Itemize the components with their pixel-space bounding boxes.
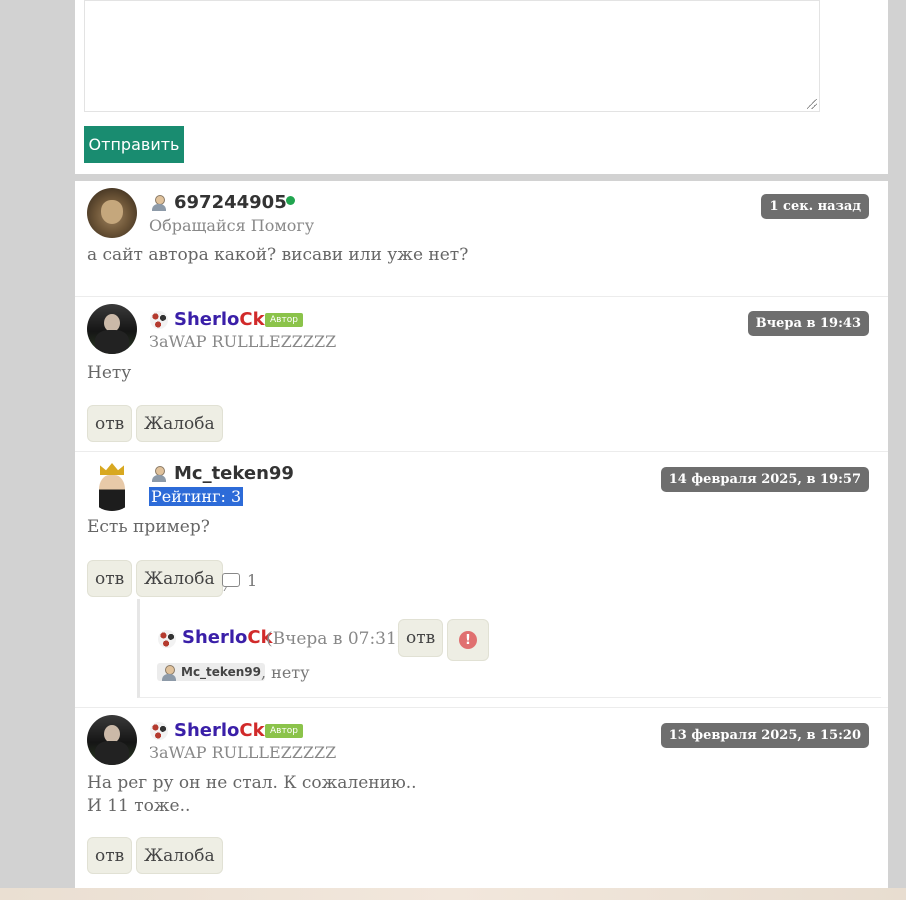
username-part: Ck — [239, 309, 265, 330]
user-mention[interactable]: Mc_teken99 — [157, 663, 265, 681]
author-badge: Автор — [265, 724, 303, 738]
comment-item: 697244905 Обращайся Помогу 1 сек. назад … — [75, 181, 888, 296]
soccer-ball-icon — [150, 311, 168, 329]
report-button[interactable]: ! — [447, 619, 489, 661]
soccer-ball-icon — [150, 722, 168, 740]
username[interactable]: SherloCk — [174, 309, 265, 330]
comment-textarea[interactable] — [84, 0, 820, 112]
comment-item: SherloCk Автор ЗаWAP RULLLEZZZZZ 13 февр… — [75, 708, 888, 888]
online-indicator-icon — [286, 196, 295, 205]
avatar[interactable] — [87, 715, 137, 765]
comment-text: Есть пример? — [87, 517, 210, 537]
reply-timestamp: (Вчера в 07:31) — [266, 629, 404, 649]
avatar[interactable] — [87, 304, 137, 354]
avatar[interactable] — [87, 461, 137, 511]
reply-button[interactable]: отв — [87, 560, 133, 597]
soccer-ball-icon — [158, 630, 176, 648]
username[interactable]: SherloCk — [174, 720, 265, 741]
username-part: Sherlo — [182, 627, 248, 648]
username[interactable]: Mc_teken99 — [174, 463, 294, 484]
avatar[interactable] — [87, 188, 137, 238]
warning-icon: ! — [459, 631, 477, 649]
comment-text: Нету — [87, 363, 132, 383]
complain-button[interactable]: Жалоба — [136, 560, 223, 597]
comment-text: На рег ру он не стал. К сожалению.. — [87, 773, 417, 793]
timestamp-badge: Вчера в 19:43 — [747, 311, 869, 336]
complain-button[interactable]: Жалоба — [136, 837, 223, 874]
comments-list: 697244905 Обращайся Помогу 1 сек. назад … — [75, 181, 888, 889]
complain-button[interactable]: Жалоба — [136, 405, 223, 442]
user-status: ЗаWAP RULLLEZZZZZ — [149, 743, 337, 762]
username-part: Sherlo — [174, 309, 240, 330]
reply-username[interactable]: SherloCk — [182, 627, 273, 648]
reply-button[interactable]: отв — [87, 837, 133, 874]
user-rating: Рейтинг: 3 — [149, 487, 244, 506]
author-badge: Автор — [265, 313, 303, 327]
comment-text: И 11 тоже.. — [87, 796, 191, 816]
comment-item: SherloCk Автор ЗаWAP RULLLEZZZZZ Вчера в… — [75, 297, 888, 451]
reply-button[interactable]: отв — [87, 405, 133, 442]
reply-button[interactable]: отв — [398, 619, 444, 657]
bottom-strip — [0, 888, 906, 900]
mention-name: Mc_teken99 — [181, 665, 261, 679]
comment-icon[interactable] — [222, 573, 240, 587]
reply-text: , нету — [261, 663, 310, 682]
username[interactable]: 697244905 — [174, 192, 287, 213]
user-status: Обращайся Помогу — [149, 216, 315, 235]
user-status: ЗаWAP RULLLEZZZZZ — [149, 332, 337, 351]
timestamp-badge: 14 февраля 2025, в 19:57 — [660, 467, 869, 492]
send-button[interactable]: Отправить — [84, 126, 184, 163]
comment-text: а сайт автора какой? висави или уже нет? — [87, 245, 469, 265]
reply-count[interactable]: 1 — [247, 571, 257, 590]
user-icon — [150, 194, 168, 212]
user-icon — [150, 465, 168, 483]
nested-reply: SherloCk (Вчера в 07:31) отв ! Mc_teken9… — [137, 599, 881, 698]
username-part: Ck — [239, 720, 265, 741]
timestamp-badge: 13 февраля 2025, в 15:20 — [660, 723, 869, 748]
timestamp-badge: 1 сек. назад — [761, 194, 869, 219]
user-icon — [160, 664, 178, 682]
username-part: Sherlo — [174, 720, 240, 741]
comment-form: Отправить — [75, 0, 888, 174]
resize-handle-icon[interactable] — [807, 99, 817, 109]
